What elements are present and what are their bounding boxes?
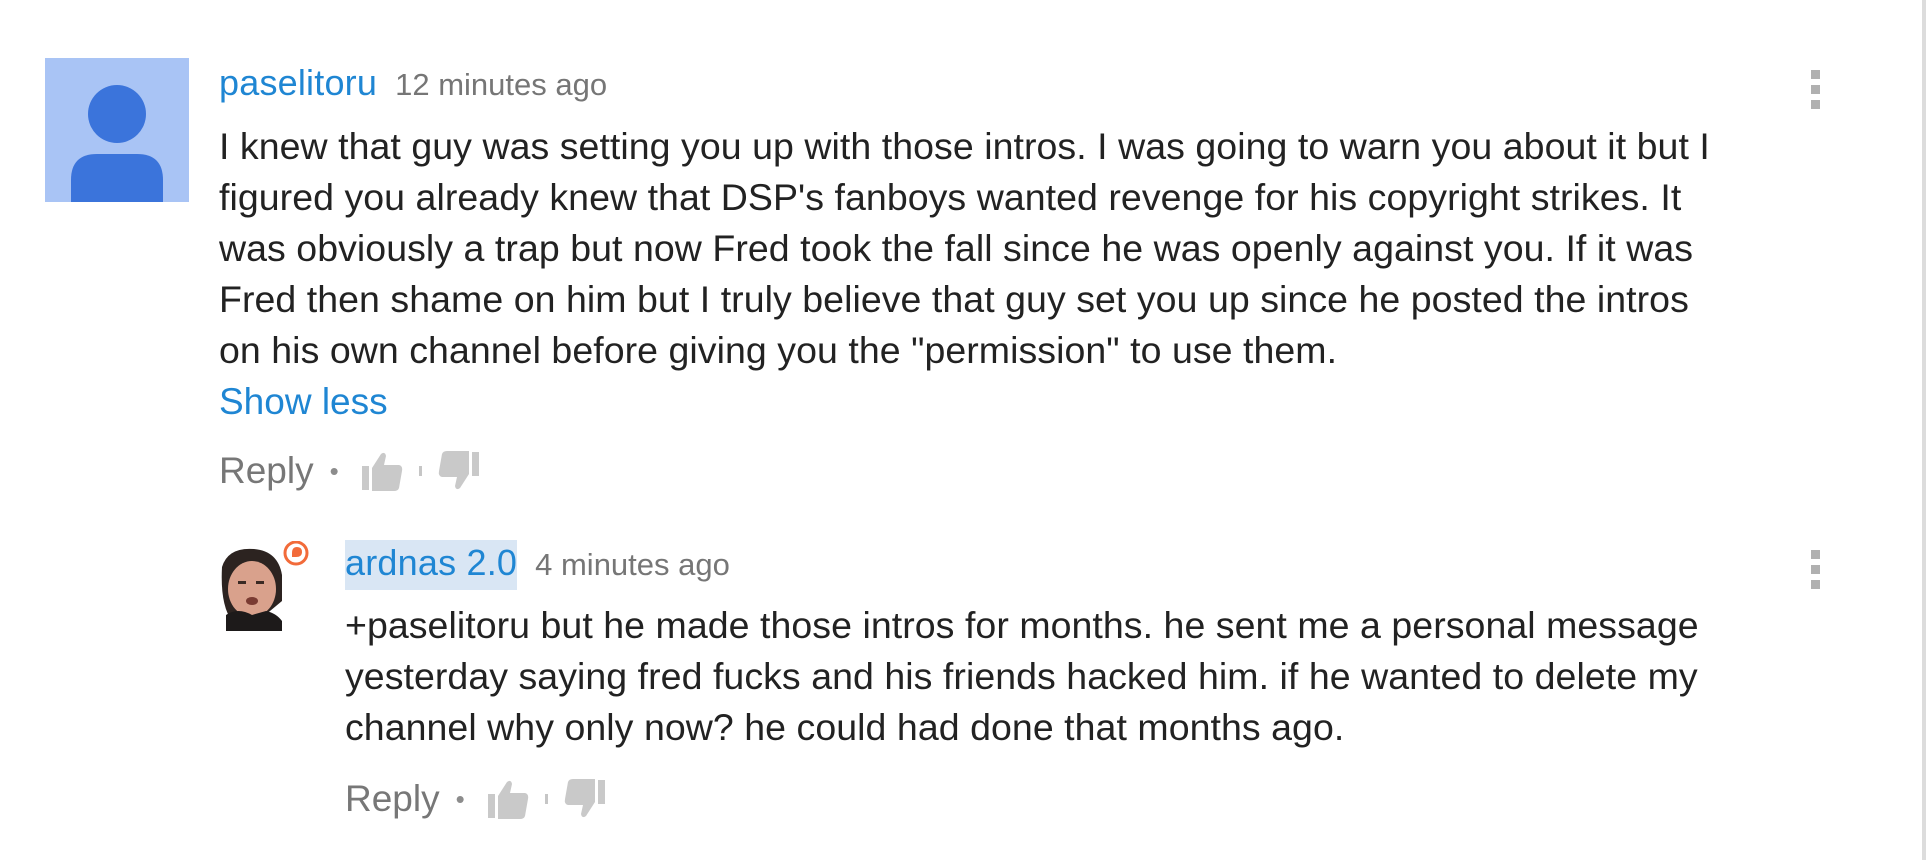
author-name-link[interactable]: paselitoru	[219, 62, 377, 104]
vertical-ellipsis-dot	[1810, 580, 1820, 589]
thumbs-down-icon[interactable]	[436, 448, 482, 494]
vertical-ellipsis-dot	[1810, 85, 1820, 94]
comment-menu-button[interactable]	[1808, 70, 1822, 115]
separator-dot: •	[455, 783, 465, 814]
person-silhouette-icon	[45, 58, 189, 202]
show-less-link[interactable]: Show less	[219, 381, 388, 423]
comment-header: paselitoru 12 minutes ago	[219, 62, 607, 104]
vote-divider	[418, 466, 422, 476]
thumbs-up-icon[interactable]	[359, 448, 405, 494]
comment-line: Fred then shame on him but I truly belie…	[219, 278, 1689, 320]
reply-header: ardnas 2.0 4 minutes ago	[345, 540, 730, 590]
reply-author-name-link[interactable]: ardnas 2.0	[345, 540, 518, 590]
comment-actions: Reply •	[219, 448, 482, 494]
avatar[interactable]	[45, 58, 189, 202]
reply-line: channel why only now? he could had done …	[345, 706, 1345, 748]
separator-dot: •	[329, 455, 339, 486]
reply-body: +paselitoru but he made those intros for…	[345, 600, 1699, 753]
comment-line: I knew that guy was setting you up with …	[219, 125, 1710, 167]
vertical-ellipsis-dot	[1810, 565, 1820, 574]
comment-timestamp[interactable]: 12 minutes ago	[395, 67, 607, 103]
comment-line: was obviously a trap but now Fred took t…	[219, 227, 1694, 269]
thumbs-up-icon[interactable]	[485, 776, 531, 822]
reply-menu-button[interactable]	[1808, 550, 1822, 595]
reply-avatar[interactable]	[218, 541, 309, 631]
reply-line: +paselitoru but he made those intros for…	[345, 604, 1699, 646]
vote-divider	[544, 794, 548, 804]
reply-actions: Reply •	[345, 776, 608, 822]
vertical-ellipsis-icon	[1810, 550, 1820, 559]
vertical-ellipsis-icon	[1810, 70, 1820, 79]
scrollbar-edge[interactable]	[1922, 0, 1926, 860]
reply-button[interactable]: Reply	[219, 450, 314, 492]
comment-line: on his own channel before giving you the…	[219, 329, 1338, 371]
reply-button[interactable]: Reply	[345, 778, 440, 820]
comments-page: paselitoru 12 minutes ago I knew that gu…	[0, 0, 1926, 860]
vertical-ellipsis-dot	[1810, 100, 1820, 109]
comment-line: figured you already knew that DSP's fanb…	[219, 176, 1682, 218]
thumbs-down-icon[interactable]	[562, 776, 608, 822]
user-photo-icon	[221, 541, 309, 631]
reply-line: yesterday saying fred fucks and his frie…	[345, 655, 1698, 697]
reply-timestamp[interactable]: 4 minutes ago	[535, 547, 730, 583]
comment-body: I knew that guy was setting you up with …	[219, 121, 1710, 376]
